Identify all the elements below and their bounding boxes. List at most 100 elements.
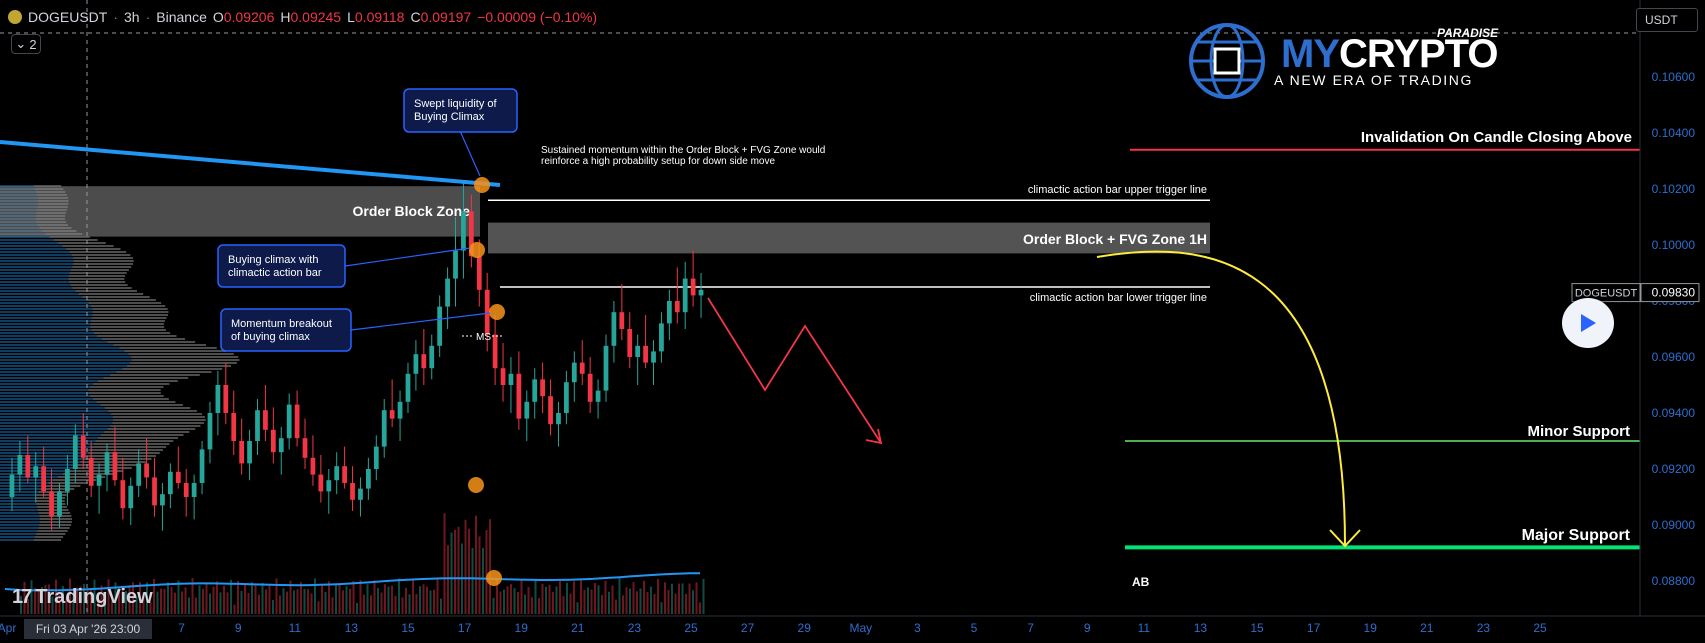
candle-body xyxy=(57,491,62,517)
marker-dot xyxy=(469,242,485,258)
profile-bar xyxy=(39,518,73,520)
profile-bar xyxy=(85,299,156,301)
profile-bar xyxy=(78,293,144,295)
profile-bar xyxy=(66,248,121,250)
candle-body xyxy=(41,466,47,492)
profile-bar xyxy=(108,410,197,412)
candle-body xyxy=(152,477,157,506)
volume-bar xyxy=(258,594,260,614)
volume-bar xyxy=(363,594,365,614)
volume-bar xyxy=(569,593,572,614)
time-tick-label: 25 xyxy=(684,621,698,635)
candle-body xyxy=(643,345,648,363)
profile-bar xyxy=(0,401,97,403)
volume-bar xyxy=(692,590,694,614)
candle-body xyxy=(500,368,506,385)
profile-bar xyxy=(107,341,196,343)
candle-body xyxy=(286,404,292,439)
profile-bar xyxy=(89,386,164,388)
profile-bar xyxy=(0,359,132,361)
volume-bar xyxy=(499,591,502,614)
volume-bar xyxy=(209,593,211,614)
profile-bar xyxy=(0,323,91,325)
volume-bar xyxy=(489,519,491,614)
volume-bar xyxy=(594,583,596,614)
candle-body xyxy=(453,250,458,279)
volume-bar xyxy=(583,590,586,614)
profile-bar xyxy=(0,392,89,394)
volume-bar xyxy=(230,579,232,614)
buying-climax-box xyxy=(217,244,346,288)
indicators-toggle-button[interactable]: ⌄ 2 xyxy=(11,34,41,54)
play-button[interactable] xyxy=(1562,298,1614,348)
candle-body xyxy=(263,410,268,430)
volume-bar xyxy=(251,582,253,614)
candle-body xyxy=(104,452,110,475)
profile-bar xyxy=(92,308,168,310)
symbol-name[interactable]: DOGEUSDT xyxy=(28,9,107,25)
candle-body xyxy=(389,410,395,419)
volume-bar xyxy=(636,591,638,614)
momentum-breakout-box xyxy=(220,308,352,352)
profile-bar xyxy=(0,404,101,406)
candle-body xyxy=(651,351,656,363)
candle-body xyxy=(461,211,466,251)
mycrypto-logo: PARADISE MYCRYPTO A NEW ERA OF TRADING xyxy=(1187,22,1498,99)
profile-bar xyxy=(0,275,69,277)
candle-body xyxy=(144,463,149,478)
profile-bar xyxy=(0,245,63,247)
price-chart[interactable]: Order Block Zone Order Block + FVG Zone 1… xyxy=(0,0,1705,643)
profile-bar xyxy=(38,512,71,514)
profile-bar xyxy=(88,389,161,391)
profile-bar xyxy=(107,428,196,430)
candle-body xyxy=(611,312,617,346)
profile-bar xyxy=(0,416,113,418)
profile-bar xyxy=(100,434,184,436)
profile-bar xyxy=(0,356,132,358)
profile-bar xyxy=(0,269,71,271)
time-tick-label: 21 xyxy=(571,621,585,635)
price-tick-label: 0.10400 xyxy=(1652,126,1696,140)
volume-bar xyxy=(373,580,376,614)
profile-bar xyxy=(73,263,134,265)
profile-bar xyxy=(0,251,70,253)
candle-body xyxy=(342,466,347,483)
volume-bar xyxy=(261,582,264,614)
volume-bar xyxy=(454,529,456,614)
momentum-breakout-text2: of buying climax xyxy=(231,331,310,343)
profile-bar xyxy=(0,380,98,382)
profile-bar xyxy=(82,296,150,298)
profile-bar xyxy=(0,290,76,292)
volume-bar xyxy=(625,587,628,614)
volume-bar xyxy=(604,580,607,614)
profile-bar xyxy=(0,272,70,274)
profile-bar xyxy=(0,239,54,241)
candle-body xyxy=(405,373,411,402)
profile-bar xyxy=(44,485,81,487)
candle-body xyxy=(429,345,435,369)
volume-bar xyxy=(184,587,187,614)
candle-body xyxy=(25,455,31,478)
profile-bar xyxy=(0,299,86,301)
currency-button[interactable]: USDT xyxy=(1636,8,1698,32)
candle-body xyxy=(627,329,633,357)
volume-bar xyxy=(464,519,467,614)
candle-body xyxy=(167,471,173,495)
symbol-header: DOGEUSDT · 3h · Binance O0.09206 H0.0924… xyxy=(8,9,597,25)
volume-bar xyxy=(275,578,278,614)
profile-bar xyxy=(0,455,86,457)
profile-bar xyxy=(69,272,127,274)
interval[interactable]: 3h xyxy=(124,9,140,25)
candle-body xyxy=(88,457,94,486)
profile-bar xyxy=(0,353,129,355)
profile-bar xyxy=(0,422,113,424)
volume-bar xyxy=(296,589,299,614)
candle-body xyxy=(445,278,450,307)
profile-bar xyxy=(70,284,128,286)
profile-bar xyxy=(0,518,40,520)
profile-bar xyxy=(0,335,98,337)
chevron-down-icon: ⌄ xyxy=(15,36,27,51)
profile-bar xyxy=(91,329,166,331)
profile-bar xyxy=(112,416,205,418)
volume-bar xyxy=(279,595,281,614)
